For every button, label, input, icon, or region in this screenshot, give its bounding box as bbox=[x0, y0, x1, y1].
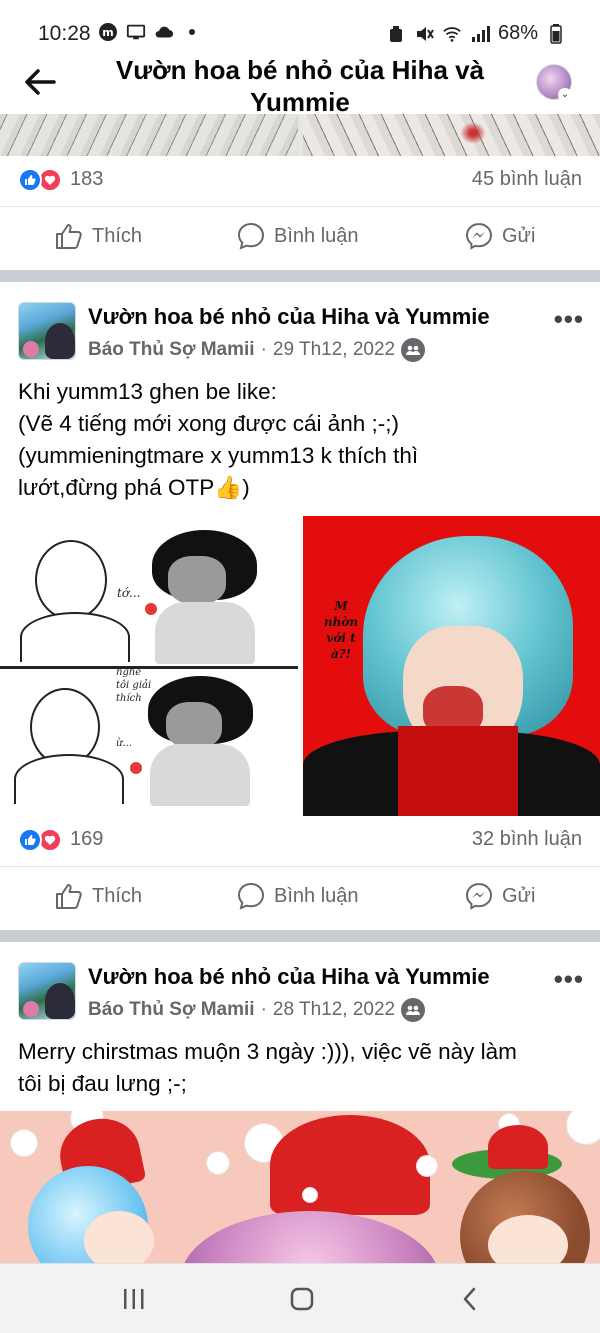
messenger-notification-icon: m bbox=[98, 22, 118, 42]
group-name[interactable]: Vườn hoa bé nhỏ của Hiha và Yummie bbox=[88, 964, 490, 990]
post-text: Merry chirstmas muộn 3 ngày :))), việc v… bbox=[18, 1036, 588, 1100]
meta-separator: · bbox=[260, 339, 267, 360]
like-reaction-icon bbox=[18, 828, 42, 852]
group-privacy-icon bbox=[401, 998, 426, 1022]
like-reaction-icon bbox=[18, 168, 42, 192]
comment-label: Bình luận bbox=[274, 884, 359, 907]
author-name[interactable]: Báo Thủ Sợ Mamii bbox=[88, 999, 255, 1021]
battery-percent: 68% bbox=[497, 22, 538, 44]
comment-button[interactable]: Bình luận bbox=[236, 881, 359, 911]
post-date[interactable]: 28 Th12, 2022 bbox=[273, 999, 395, 1021]
comment-bubble-icon bbox=[237, 222, 265, 250]
like-button[interactable]: Thích bbox=[54, 881, 142, 911]
reaction-icons bbox=[18, 828, 64, 852]
rose bbox=[145, 603, 157, 615]
post-header: Vườn hoa bé nhỏ của Hiha và Yummie Báo T… bbox=[0, 962, 600, 1032]
post-meta: Báo Thủ Sợ Mamii · 28 Th12, 2022 bbox=[88, 998, 426, 1022]
battery-icon bbox=[546, 23, 566, 44]
dot-icon bbox=[182, 22, 202, 42]
sketch-image-left[interactable] bbox=[0, 114, 298, 156]
post-actions: Thích Bình luận Gửi bbox=[0, 866, 600, 926]
send-label: Gửi bbox=[502, 224, 536, 247]
reaction-icons bbox=[18, 168, 64, 192]
post-text: Khi yumm13 ghen be like: (Vẽ 4 tiếng mới… bbox=[18, 376, 588, 504]
reaction-summary[interactable]: 169 32 bình luận bbox=[0, 816, 600, 866]
post-actions: Thích Bình luận Gửi bbox=[0, 206, 600, 266]
comment-bubble-icon bbox=[237, 882, 265, 910]
group-privacy-icon bbox=[401, 338, 426, 362]
sketch-image-right[interactable] bbox=[303, 114, 600, 156]
recent-apps-icon[interactable] bbox=[114, 1284, 154, 1314]
messenger-icon bbox=[465, 882, 493, 910]
page-title: Vườn hoa bé nhỏ của Hiha và Yummie bbox=[115, 55, 485, 117]
post-text-line: Merry chirstmas muộn 3 ngày :))), việc v… bbox=[18, 1039, 517, 1064]
comment-count-link[interactable]: 32 bình luận bbox=[472, 828, 582, 851]
screen-mirror-icon bbox=[126, 22, 146, 42]
system-navigation-bar bbox=[0, 1263, 600, 1333]
group-avatar[interactable] bbox=[18, 302, 76, 360]
more-options-icon[interactable]: ••• bbox=[554, 964, 584, 995]
post-header: Vườn hoa bé nhỏ của Hiha và Yummie Báo T… bbox=[0, 302, 600, 372]
reaction-summary[interactable]: 183 45 bình luận bbox=[0, 156, 600, 206]
send-label: Gửi bbox=[502, 884, 536, 907]
mute-icon bbox=[414, 24, 434, 44]
red-accent bbox=[460, 122, 486, 144]
svg-text:m: m bbox=[102, 26, 113, 39]
post-meta: Báo Thủ Sợ Mamii · 29 Th12, 2022 bbox=[88, 338, 426, 362]
pink-hair-character bbox=[180, 1211, 440, 1271]
group-avatar[interactable] bbox=[18, 962, 76, 1020]
post-date[interactable]: 29 Th12, 2022 bbox=[273, 339, 395, 361]
status-time: 10:28 bbox=[38, 22, 91, 45]
alarm-icon bbox=[386, 24, 406, 44]
sketch-caption: ừ... bbox=[116, 738, 132, 749]
thumbs-up-icon bbox=[56, 884, 82, 909]
sketch-head bbox=[35, 540, 107, 620]
signal-icon bbox=[470, 24, 490, 44]
group-name[interactable]: Vườn hoa bé nhỏ của Hiha và Yummie bbox=[88, 304, 490, 330]
like-label: Thích bbox=[92, 224, 143, 247]
post-text-line: lướt,đừng phá OTP👍) bbox=[18, 475, 250, 500]
illustration-caption: M nhờn với t à?! bbox=[323, 599, 359, 661]
back-nav-icon[interactable] bbox=[450, 1284, 490, 1314]
post-text-line: tôi bị đau lưng ;-; bbox=[18, 1071, 187, 1096]
chevron-down-icon[interactable]: ⌄ bbox=[558, 88, 572, 102]
comic-image[interactable]: tớ... nghe tôi giải thích ừ... bbox=[0, 516, 298, 816]
post-text-line: Khi yumm13 ghen be like: bbox=[18, 379, 277, 404]
comment-count-link[interactable]: 45 bình luận bbox=[472, 168, 582, 191]
reaction-count: 169 bbox=[70, 828, 104, 850]
back-arrow-icon[interactable] bbox=[22, 66, 62, 98]
post-text-line: (Vẽ 4 tiếng mới xong được cái ảnh ;-;) bbox=[18, 411, 399, 436]
cloud-icon bbox=[154, 22, 174, 42]
previous-post-image[interactable] bbox=[0, 114, 600, 156]
post-divider bbox=[0, 270, 600, 282]
reaction-count: 183 bbox=[70, 168, 104, 190]
send-button[interactable]: Gửi bbox=[464, 221, 535, 251]
wifi-icon bbox=[442, 24, 462, 44]
meta-separator: · bbox=[260, 999, 267, 1020]
comment-button[interactable]: Bình luận bbox=[236, 221, 359, 251]
santa-hat bbox=[270, 1115, 430, 1215]
messenger-icon bbox=[465, 222, 493, 250]
christmas-illustration-image[interactable] bbox=[0, 1111, 600, 1271]
comment-label: Bình luận bbox=[274, 224, 359, 247]
like-button[interactable]: Thích bbox=[54, 221, 142, 251]
home-icon[interactable] bbox=[282, 1284, 322, 1314]
like-label: Thích bbox=[92, 884, 143, 907]
author-name[interactable]: Báo Thủ Sợ Mamii bbox=[88, 339, 255, 361]
sketch-caption: nghe tôi giải thích bbox=[116, 667, 152, 704]
status-notification-icons: m bbox=[98, 22, 202, 42]
more-options-icon[interactable]: ••• bbox=[554, 304, 584, 335]
sketch-caption: tớ... bbox=[117, 586, 141, 600]
app-header: Vườn hoa bé nhỏ của Hiha và Yummie ⌄ bbox=[0, 52, 600, 117]
status-system-icons: 68% bbox=[386, 22, 566, 45]
send-button[interactable]: Gửi bbox=[464, 881, 535, 911]
thumbs-up-icon bbox=[56, 224, 82, 249]
post-divider bbox=[0, 930, 600, 942]
red-illustration-image[interactable]: M nhờn với t à?! bbox=[303, 516, 600, 816]
post-text-line: (yummieningtmare x yumm13 k thích thì bbox=[18, 443, 419, 468]
